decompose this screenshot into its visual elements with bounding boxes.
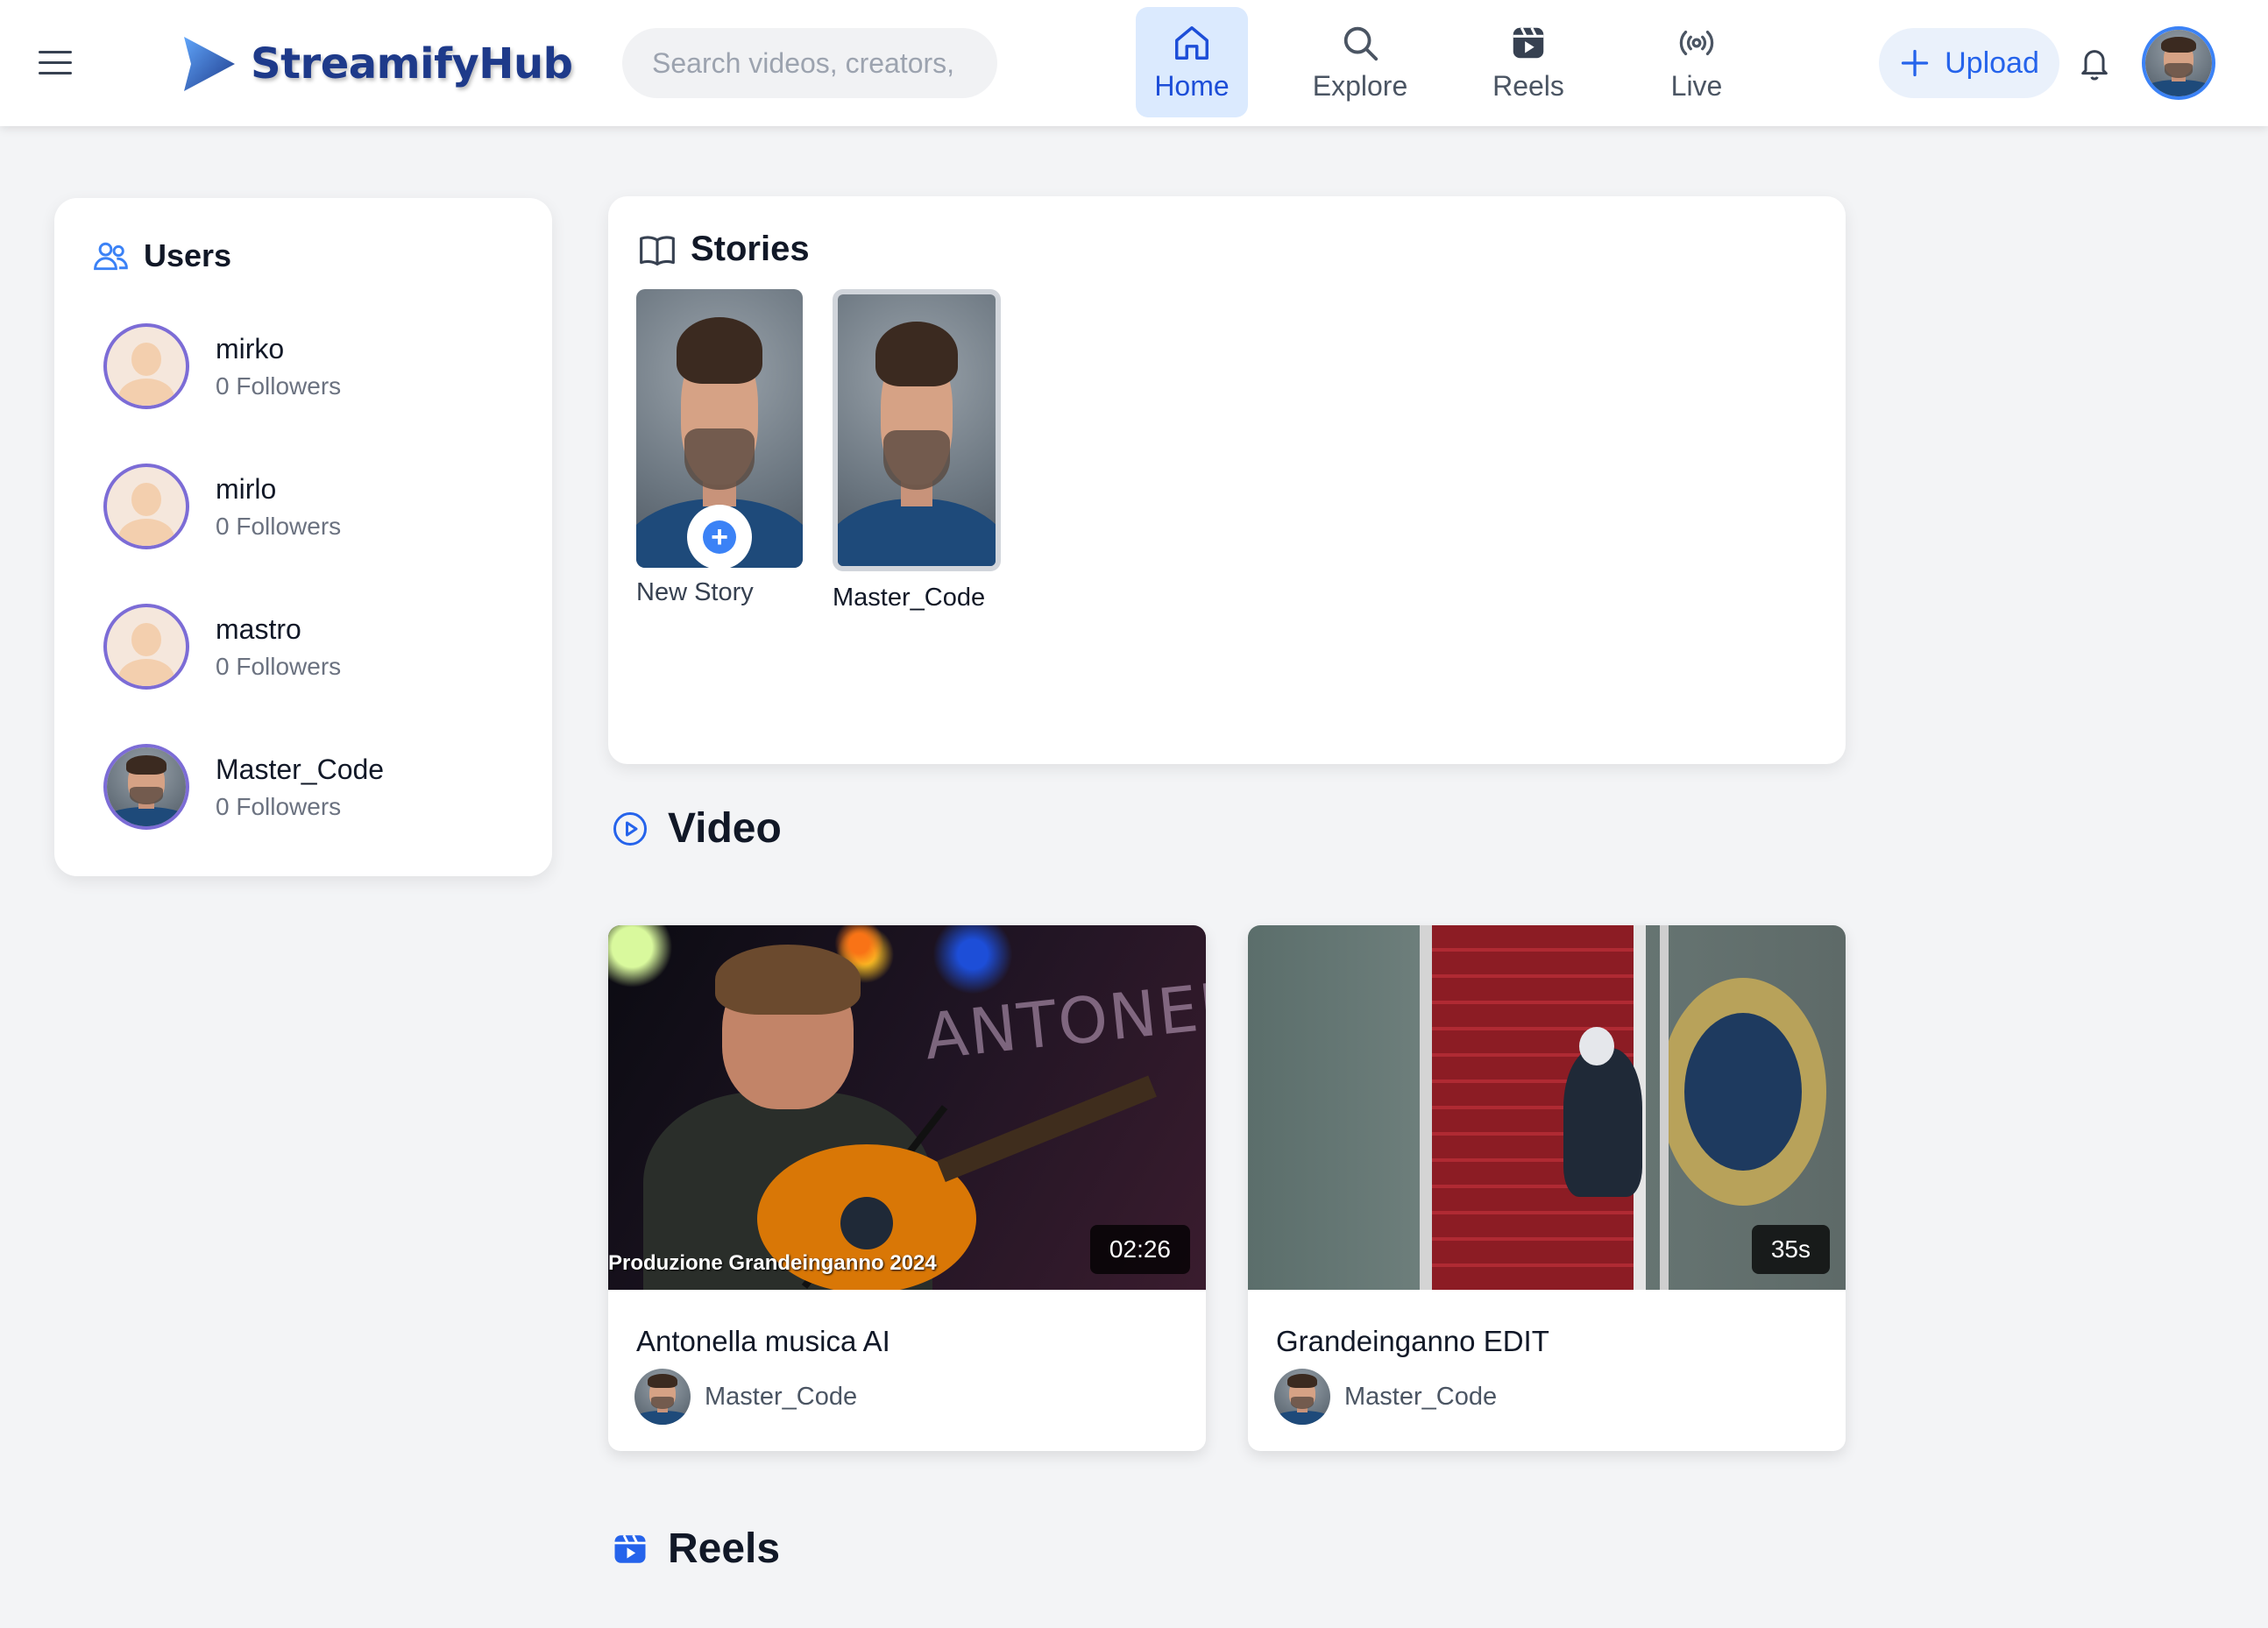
- author-avatar: [1274, 1369, 1330, 1425]
- video-title: Antonella musica AI: [636, 1325, 890, 1357]
- video-thumbnail[interactable]: ANTONELLA Produzione Grandeinganno 2024 …: [608, 925, 1206, 1290]
- profile-avatar[interactable]: [2142, 26, 2215, 100]
- users-panel-title: Users: [91, 237, 231, 275]
- thumbnail-caption: Produzione Grandeinganno 2024: [608, 1251, 937, 1275]
- users-icon: [94, 242, 128, 271]
- story-label: New Story: [636, 578, 754, 606]
- search-icon: [1343, 26, 1379, 60]
- stories-panel-title: Stories: [638, 230, 810, 269]
- nav-explore[interactable]: Explore: [1304, 7, 1416, 117]
- reels-title-text: Reels: [668, 1525, 781, 1572]
- user-followers: 0 Followers: [216, 792, 342, 820]
- stories-title-text: Stories: [691, 230, 810, 268]
- add-story-icon[interactable]: +: [687, 505, 752, 568]
- brand-logo[interactable]: StreamifyHub: [179, 33, 573, 95]
- video-author[interactable]: Master_Code: [634, 1369, 857, 1425]
- users-title-text: Users: [144, 237, 232, 273]
- video-card[interactable]: 35s Grandeinganno EDIT Master_Code: [1248, 925, 1846, 1451]
- live-icon: [1679, 30, 1714, 55]
- story-card[interactable]: Master_Code: [833, 289, 1001, 612]
- video-title-text: Video: [668, 805, 782, 852]
- user-name: mastro: [216, 612, 301, 645]
- top-header: StreamifyHub Home Explore Reels Live: [0, 0, 2268, 126]
- hamburger-menu-icon[interactable]: [35, 46, 75, 81]
- author-avatar: [634, 1369, 691, 1425]
- nav-reels[interactable]: Reels: [1472, 7, 1584, 117]
- user-item[interactable]: mirko 0 Followers: [103, 322, 524, 410]
- video-thumbnail[interactable]: 35s: [1248, 925, 1846, 1290]
- author-name: Master_Code: [1344, 1382, 1498, 1411]
- book-open-icon: [640, 235, 675, 265]
- users-panel: Users mirko 0 Followers mirlo 0 Follower…: [54, 198, 552, 876]
- user-name: mirlo: [216, 472, 277, 505]
- user-item[interactable]: mastro 0 Followers: [103, 603, 524, 690]
- reels-icon: [614, 1534, 646, 1563]
- reels-section-title: Reels: [612, 1525, 780, 1573]
- video-title: Grandeinganno EDIT: [1276, 1325, 1549, 1357]
- user-item[interactable]: Master_Code 0 Followers: [103, 743, 524, 831]
- nav-home-label: Home: [1154, 69, 1230, 102]
- user-photo-avatar: [103, 744, 189, 830]
- thumbnail-text: ANTONELLA: [920, 959, 1206, 1074]
- brand-name: StreamifyHub: [251, 39, 573, 88]
- default-avatar-icon: [103, 604, 189, 690]
- nav-reels-label: Reels: [1492, 69, 1564, 102]
- nav-live-label: Live: [1670, 69, 1723, 102]
- nav-home[interactable]: Home: [1136, 7, 1248, 117]
- author-name: Master_Code: [705, 1382, 858, 1411]
- reels-icon: [1513, 26, 1544, 58]
- stories-panel: Stories + New Story Master_Code: [608, 196, 1846, 764]
- default-avatar-icon: [103, 323, 189, 409]
- search-input[interactable]: [622, 28, 997, 98]
- home-icon: [1175, 25, 1208, 60]
- duration-badge: 35s: [1751, 1225, 1830, 1274]
- play-logo-icon: [184, 37, 235, 91]
- nav-live[interactable]: Live: [1641, 7, 1753, 117]
- upload-label: Upload: [1945, 46, 2039, 80]
- duration-badge: 02:26: [1089, 1225, 1190, 1274]
- user-followers: 0 Followers: [216, 512, 342, 540]
- user-followers: 0 Followers: [216, 372, 342, 400]
- nav-explore-label: Explore: [1312, 69, 1408, 102]
- user-name: Master_Code: [216, 753, 385, 785]
- plus-icon: [1901, 49, 1929, 77]
- video-author[interactable]: Master_Code: [1274, 1369, 1497, 1425]
- user-followers: 0 Followers: [216, 652, 342, 680]
- default-avatar-icon: [103, 464, 189, 549]
- user-item[interactable]: mirlo 0 Followers: [103, 463, 524, 550]
- video-section-title: Video: [612, 804, 782, 853]
- new-story-card[interactable]: + New Story: [636, 289, 803, 607]
- play-circle-icon: [613, 811, 647, 846]
- bell-icon[interactable]: [2077, 44, 2112, 82]
- user-name: mirko: [216, 332, 285, 365]
- story-label: Master_Code: [833, 584, 986, 612]
- upload-button[interactable]: Upload: [1879, 28, 2059, 98]
- video-card[interactable]: ANTONELLA Produzione Grandeinganno 2024 …: [608, 925, 1206, 1451]
